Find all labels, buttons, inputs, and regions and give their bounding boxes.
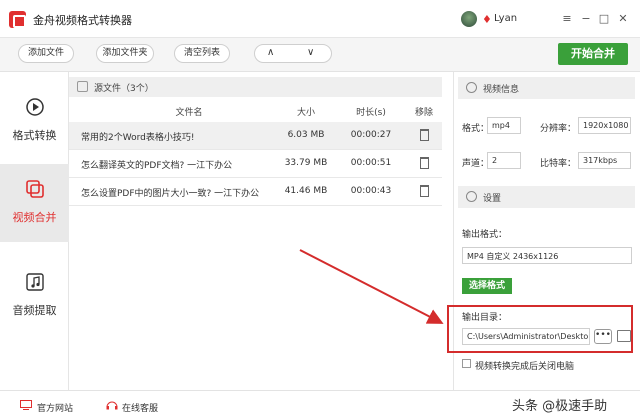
column-name: 文件名	[175, 108, 203, 118]
file-name: 怎么设置PDF中的图片大小一致? 一江下办公	[81, 189, 260, 199]
headset-icon	[106, 401, 118, 410]
add-folder-button[interactable]: 添加文件夹	[96, 44, 154, 63]
resolution-label: 分辨率：	[540, 124, 577, 134]
shutdown-label: 视频转换完成后关闭电脑	[475, 362, 575, 372]
channels-value: 2	[487, 152, 521, 169]
play-circle-icon	[26, 98, 44, 116]
trash-icon[interactable]	[420, 129, 429, 141]
file-name: 常用的2个Word表格小技巧!	[81, 133, 195, 143]
avatar[interactable]	[461, 11, 477, 27]
column-duration: 时长(s)	[356, 108, 386, 118]
file-list-title: 源文件（3个）	[94, 84, 154, 94]
official-website-link[interactable]: 官方网站	[37, 401, 73, 414]
video-info-title: 视频信息	[483, 85, 520, 95]
sidebar: 格式转换 视频合并 音频提取	[0, 72, 69, 390]
channels-label: 声道：	[462, 159, 490, 169]
start-merge-button[interactable]: 开始合并	[558, 43, 628, 65]
sidebar-item-audio-extract[interactable]: 音频提取	[0, 257, 69, 335]
sidebar-item-format-convert[interactable]: 格式转换	[0, 82, 69, 160]
file-duration: 00:00:27	[350, 130, 392, 140]
sidebar-item-video-merge[interactable]: 视频合并	[0, 164, 69, 242]
merge-icon	[26, 180, 44, 198]
add-file-button[interactable]: 添加文件	[18, 44, 74, 63]
column-size: 大小	[296, 108, 315, 118]
app-title: 金舟视频格式转换器	[33, 14, 132, 27]
move-up-button[interactable]: ∧	[267, 47, 274, 58]
sidebar-item-label: 音频提取	[12, 304, 57, 317]
bitrate-value: 317kbps	[578, 152, 631, 169]
monitor-icon	[20, 400, 32, 410]
settings-title: 设置	[483, 194, 502, 204]
move-down-button[interactable]: ∨	[307, 47, 314, 58]
table-row[interactable]: 常用的2个Word表格小技巧! 6.03 MB 00:00:27	[69, 122, 442, 150]
move-buttons: ∧ ∨	[254, 44, 332, 63]
column-remove: 移除	[414, 108, 433, 118]
output-format-value: MP4 自定义 2436x1126	[462, 247, 632, 264]
music-note-icon	[26, 273, 44, 291]
watermark: 头条 @极速手助	[512, 399, 608, 414]
choose-format-button[interactable]: 选择格式	[462, 278, 512, 294]
username[interactable]: Lyan	[494, 13, 517, 24]
file-list-header: 源文件（3个）	[69, 77, 442, 97]
video-info-icon	[466, 82, 477, 93]
maximize-button[interactable]: □	[597, 12, 611, 25]
file-size: 6.03 MB	[287, 130, 325, 140]
online-support-link[interactable]: 在线客服	[122, 401, 158, 414]
table-row[interactable]: 怎么翻译英文的PDF文档? 一江下办公 33.79 MB 00:00:51	[69, 150, 442, 178]
title-bar: 金舟视频格式转换器 ♦ Lyan ≡ − □ ✕	[0, 0, 640, 38]
sidebar-item-label: 视频合并	[12, 211, 57, 224]
clear-list-button[interactable]: 清空列表	[174, 44, 230, 63]
close-button[interactable]: ✕	[616, 12, 630, 25]
format-label: 格式：	[462, 124, 490, 134]
resolution-value: 1920x1080	[578, 117, 631, 134]
app-logo-icon	[9, 11, 26, 28]
file-list-panel: 源文件（3个） 文件名 大小 时长(s) 移除 常用的2个Word表格小技巧! …	[69, 72, 442, 390]
trash-icon[interactable]	[420, 185, 429, 197]
menu-button[interactable]: ≡	[560, 12, 574, 25]
toolbar: 添加文件 添加文件夹 清空列表 ∧ ∨ 开始合并	[0, 38, 640, 72]
minimize-button[interactable]: −	[579, 12, 593, 25]
file-size: 41.46 MB	[284, 186, 328, 196]
shutdown-checkbox[interactable]	[462, 359, 471, 368]
settings-header: 设置	[458, 186, 635, 208]
sidebar-item-label: 格式转换	[12, 129, 57, 142]
file-size: 33.79 MB	[284, 158, 328, 168]
file-duration: 00:00:51	[350, 158, 392, 168]
trash-icon[interactable]	[420, 157, 429, 169]
vip-diamond-icon: ♦	[482, 13, 492, 26]
video-info-header: 视频信息	[458, 77, 635, 99]
gear-icon	[466, 191, 477, 202]
file-name: 怎么翻译英文的PDF文档? 一江下办公	[81, 161, 233, 171]
output-dir-highlight	[447, 305, 633, 353]
bitrate-label: 比特率：	[540, 159, 577, 169]
file-icon	[77, 81, 88, 92]
table-row[interactable]: 怎么设置PDF中的图片大小一致? 一江下办公 41.46 MB 00:00:43	[69, 178, 442, 206]
format-value: mp4	[487, 117, 521, 134]
file-duration: 00:00:43	[350, 186, 392, 196]
output-format-label: 输出格式：	[462, 230, 508, 240]
